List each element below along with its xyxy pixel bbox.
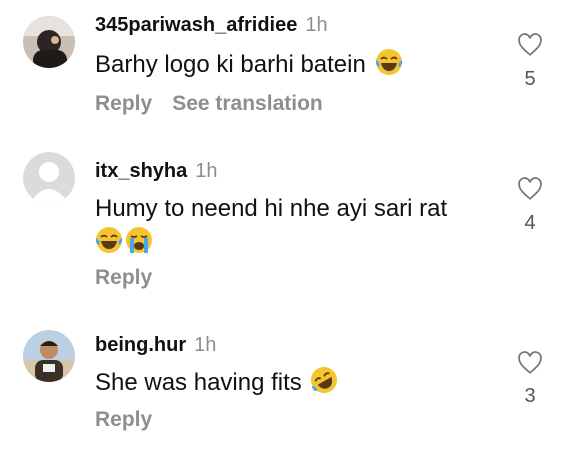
comment-text: Barhy logo ki barhi batein bbox=[95, 48, 403, 82]
like-count: 4 bbox=[524, 212, 536, 234]
comment-username[interactable]: being.hur 1h bbox=[95, 334, 216, 357]
heart-icon[interactable] bbox=[517, 32, 543, 58]
like-count: 3 bbox=[524, 385, 536, 407]
comment-actions: Reply bbox=[95, 266, 152, 290]
like-count: 5 bbox=[524, 68, 536, 90]
see-translation-button[interactable]: See translation bbox=[172, 92, 323, 115]
reply-button[interactable]: Reply bbox=[95, 266, 152, 289]
comment-time: 1h bbox=[195, 160, 218, 182]
avatar[interactable] bbox=[23, 16, 75, 68]
heart-icon[interactable] bbox=[517, 350, 543, 376]
comment-username[interactable]: 345pariwash_afridiee 1h bbox=[95, 14, 328, 37]
joy-emoji bbox=[375, 49, 402, 75]
avatar[interactable] bbox=[23, 152, 75, 204]
comment-item: being.hur 1h She was having fits Reply 3 bbox=[0, 310, 570, 463]
comment-time: 1h bbox=[194, 334, 217, 356]
crying-emoji bbox=[126, 227, 152, 253]
rofl-emoji bbox=[311, 367, 338, 393]
reply-button[interactable]: Reply bbox=[95, 408, 152, 431]
comment-actions: Reply See translation bbox=[95, 92, 323, 116]
comment-username[interactable]: itx_shyha 1h bbox=[95, 160, 218, 183]
comment-text: She was having fits bbox=[95, 366, 338, 400]
comment-time: 1h bbox=[305, 14, 328, 36]
comment-text: Humy to neend hi nhe ayi sari rat bbox=[95, 192, 447, 260]
comment-item: itx_shyha 1h Humy to neend hi nhe ayi sar… bbox=[0, 130, 570, 310]
comment-actions: Reply bbox=[95, 408, 152, 432]
reply-button[interactable]: Reply bbox=[95, 92, 152, 115]
comment-item: 345pariwash_afridiee 1h Barhy logo ki bar… bbox=[0, 0, 570, 130]
joy-emoji bbox=[95, 227, 123, 253]
avatar[interactable] bbox=[23, 330, 75, 382]
heart-icon[interactable] bbox=[517, 176, 543, 202]
